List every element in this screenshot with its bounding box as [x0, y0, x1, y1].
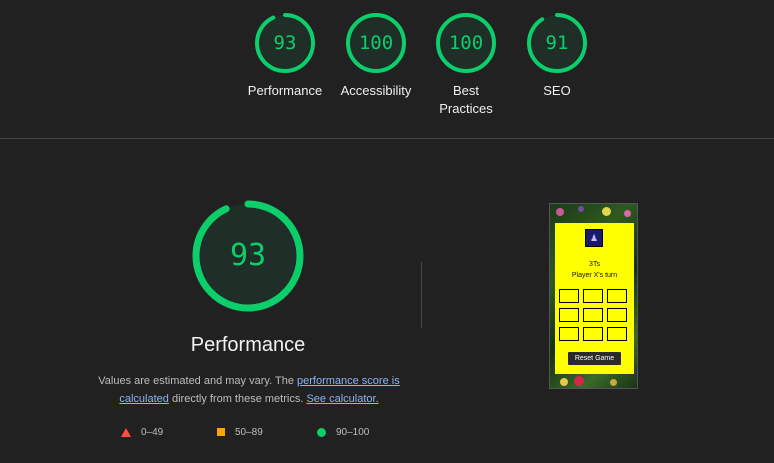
turn-status: Player X's turn — [571, 272, 618, 279]
legend-average: 50–89 — [217, 425, 263, 441]
game-card: ♟ 3Ts Player X's turn Reset Game — [555, 223, 634, 374]
gauge-seo[interactable]: 91 SEO — [512, 12, 602, 100]
game-title: 3Ts — [589, 261, 600, 268]
board-cell — [559, 327, 579, 341]
legend-average-label: 50–89 — [235, 427, 263, 438]
board-cell — [607, 327, 627, 341]
flower-decoration — [578, 206, 584, 212]
board-cell — [583, 289, 603, 303]
category-summary: 93 Performance 100 Accessibility 100 Bes… — [0, 0, 774, 138]
legend-fail-label: 0–49 — [141, 427, 164, 438]
board-cell — [607, 308, 627, 322]
vertical-divider — [421, 262, 422, 328]
circle-icon — [317, 427, 326, 437]
gauge-score: 93 — [273, 32, 297, 54]
performance-score: 93 — [229, 238, 267, 273]
gauge-score: 91 — [545, 32, 569, 54]
board-cell — [559, 308, 579, 322]
gauge-ring: 91 — [526, 12, 588, 74]
gauge-performance[interactable]: 93 Performance — [240, 12, 330, 100]
board-cell — [583, 308, 603, 322]
legend-pass: 90–100 — [317, 425, 369, 441]
triangle-icon — [121, 427, 131, 437]
gauge-accessibility[interactable]: 100 Accessibility — [331, 12, 421, 100]
gauge-label: Performance — [247, 83, 323, 98]
gauge-best-practices[interactable]: 100 Best Practices — [421, 12, 511, 118]
performance-title: Performance — [190, 334, 306, 356]
see-calculator-link[interactable]: See calculator. — [306, 393, 378, 405]
flower-decoration — [610, 379, 617, 386]
square-icon — [217, 428, 225, 437]
board-cell — [583, 327, 603, 341]
gauge-score: 100 — [358, 32, 394, 54]
gauge-ring: 93 — [254, 12, 316, 74]
flower-decoration — [574, 376, 584, 386]
legend-pass-label: 90–100 — [336, 427, 370, 438]
section-divider — [0, 138, 774, 139]
game-logo-icon: ♟ — [585, 229, 603, 247]
gauge-ring: 100 — [435, 12, 497, 74]
metrics-description: Values are estimated and may vary. The p… — [96, 372, 402, 408]
gauge-label: SEO — [543, 83, 571, 98]
board-cell — [559, 289, 579, 303]
flower-decoration — [556, 208, 564, 216]
flower-decoration — [624, 210, 631, 217]
reset-game-button: Reset Game — [568, 352, 621, 365]
board-cell — [607, 289, 627, 303]
flower-decoration — [560, 378, 568, 386]
gauge-label: Best Practices — [439, 83, 493, 116]
desc-text: Values are estimated and may vary. The — [98, 375, 297, 387]
gauge-ring: 100 — [345, 12, 407, 74]
score-legend: 0–49 50–89 90–100 — [0, 425, 500, 441]
flower-decoration — [602, 207, 611, 216]
performance-gauge: 93 — [191, 199, 305, 313]
gauge-label: Accessibility — [340, 83, 412, 98]
legend-fail: 0–49 — [121, 425, 163, 441]
final-screenshot[interactable]: ♟ 3Ts Player X's turn Reset Game — [549, 203, 638, 389]
desc-text: directly from these metrics. — [168, 393, 307, 405]
gauge-score: 100 — [448, 32, 484, 54]
